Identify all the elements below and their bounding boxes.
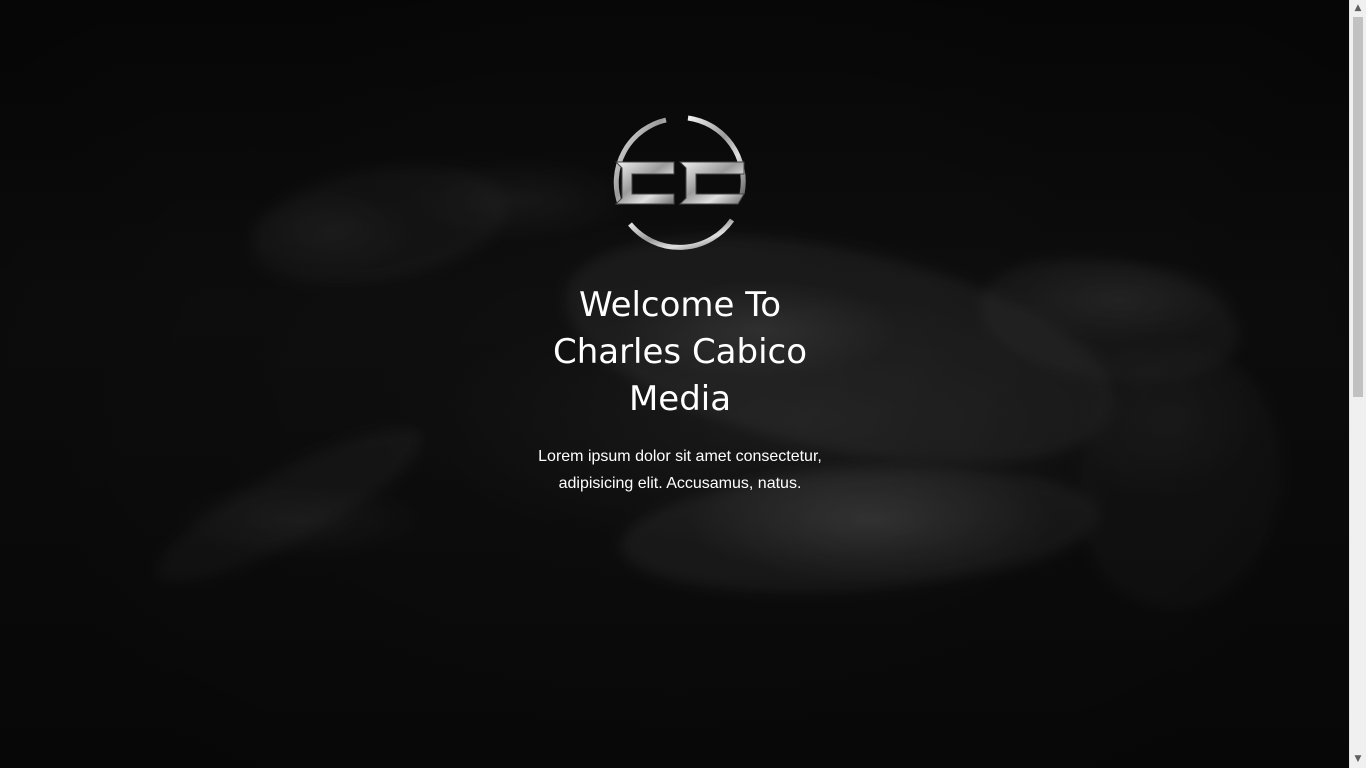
chevron-down-icon[interactable]: ▼	[1350, 751, 1366, 768]
vertical-scrollbar[interactable]: ▲ ▼	[1349, 0, 1366, 768]
scrollbar-thumb[interactable]	[1353, 17, 1363, 397]
hero-title: Welcome To Charles Cabico Media	[552, 285, 808, 419]
hero-content: CC Welcome To Charles Cabico Media Lorem…	[480, 112, 880, 497]
cc-monogram-ring-logo[interactable]: CC	[610, 112, 750, 252]
page-viewport: CC Welcome To Charles Cabico Media Lorem…	[0, 0, 1349, 768]
hero-tagline: Lorem ipsum dolor sit amet consectetur, …	[538, 448, 822, 492]
chevron-up-icon[interactable]: ▲	[1350, 0, 1366, 17]
